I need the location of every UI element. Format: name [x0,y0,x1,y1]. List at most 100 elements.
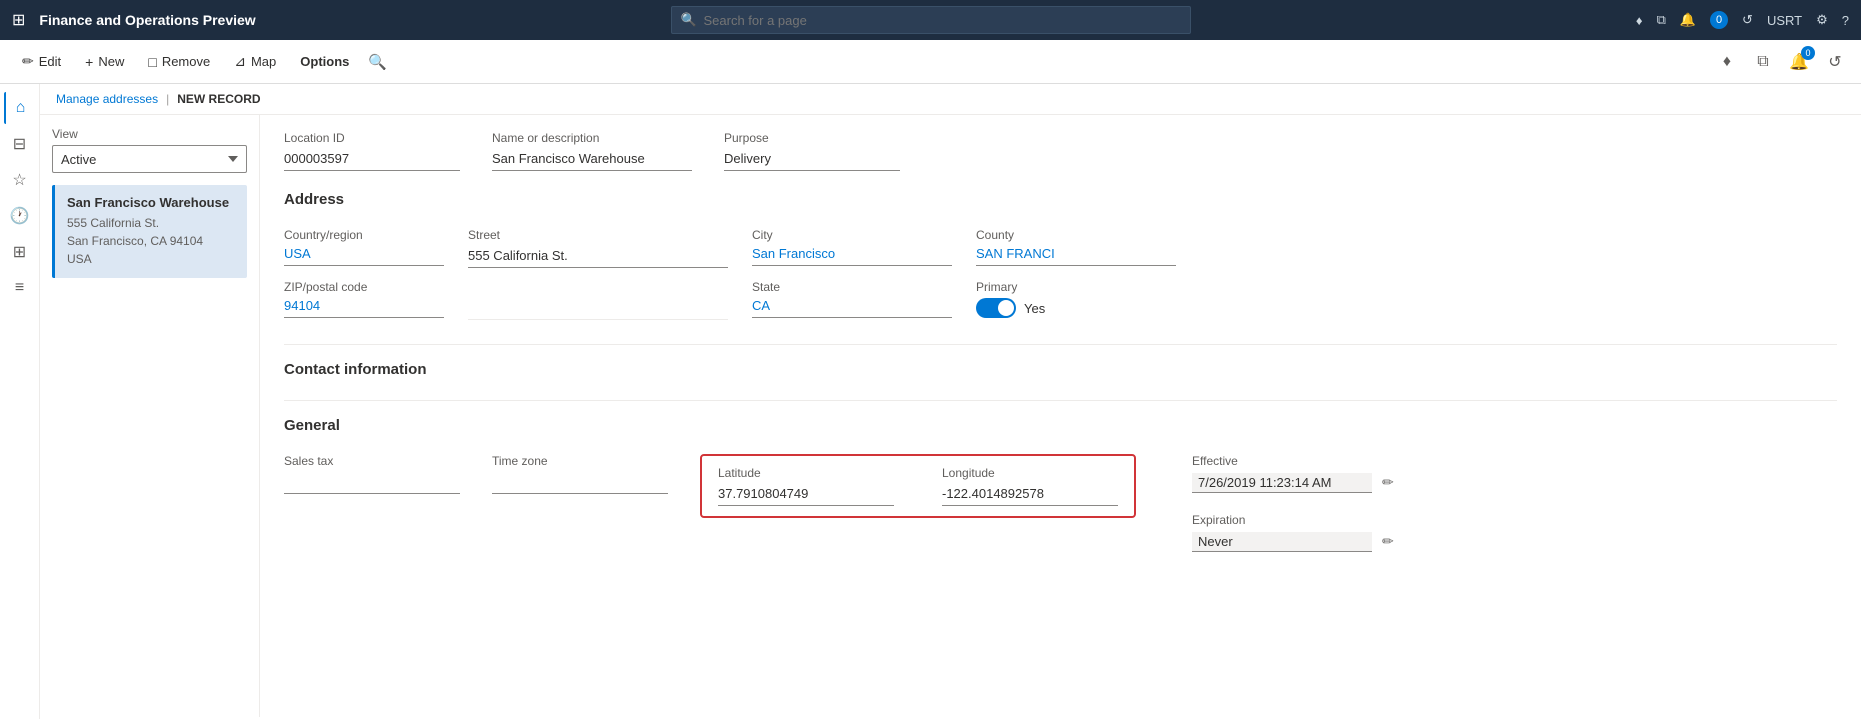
bell-icon[interactable]: 🔔 [1680,12,1696,27]
top-nav: ⊞ Finance and Operations Preview 🔍 ♦ ⧉ 🔔… [0,0,1861,40]
map-icon: ⊿ [234,53,246,70]
effective-label: Effective [1192,454,1396,468]
notifications-toolbar-icon[interactable]: 🔔 0 [1785,48,1813,76]
street-extra-group [468,280,728,320]
new-label: New [98,54,124,69]
expiration-input[interactable] [1192,532,1372,552]
primary-label: Primary [976,280,1176,294]
street-input[interactable] [468,246,728,268]
sales-tax-input[interactable] [284,472,460,494]
search-icon: 🔍 [681,12,697,28]
state-value[interactable]: CA [752,298,952,318]
edit-label: Edit [39,54,61,69]
edit-button[interactable]: ✏ Edit [12,48,71,75]
view-label: View [52,127,247,141]
map-button[interactable]: ⊿ Map [224,48,286,75]
sidebar-icon-favorites[interactable]: ☆ [4,164,36,196]
map-label: Map [251,54,276,69]
top-fields-row: Location ID Name or description Purpose [284,131,1837,171]
help-icon[interactable]: ? [1842,13,1849,28]
longitude-group: Longitude [942,466,1118,506]
general-section-title: General [284,417,1837,440]
view-select[interactable]: Active [52,145,247,173]
name-description-group: Name or description [492,131,692,171]
general-section: General Sales tax Time zone [284,400,1837,552]
record-card-line1: 555 California St. [67,214,235,232]
name-description-input[interactable] [492,149,692,171]
zip-value[interactable]: 94104 [284,298,444,318]
refresh-icon[interactable]: ↺ [1742,12,1753,28]
search-bar[interactable]: 🔍 [671,6,1191,34]
effective-edit-button[interactable]: ✏ [1380,472,1396,493]
options-button[interactable]: Options [290,49,359,74]
name-description-label: Name or description [492,131,692,145]
refresh-toolbar-icon[interactable]: ↺ [1821,48,1849,76]
general-fields-row: Sales tax Time zone Latitude [284,454,1837,552]
sidebar-icon-grid[interactable]: ⊞ [4,236,36,268]
notifications-wrap[interactable]: 🔔 [1680,12,1696,28]
street-label: Street [468,228,728,242]
sales-tax-label: Sales tax [284,454,460,468]
remove-button[interactable]: □ Remove [138,49,220,75]
settings-icon[interactable]: ⚙ [1816,12,1828,28]
county-value[interactable]: SAN FRANCI [976,246,1176,266]
breadcrumb-separator: | [166,92,169,106]
panel-icon[interactable]: ⧉ [1749,48,1777,76]
layers-icon[interactable]: ⧉ [1657,12,1666,28]
sidebar-icon-recent[interactable]: 🕐 [4,200,36,232]
longitude-input[interactable] [942,484,1118,506]
latitude-input[interactable] [718,484,894,506]
effective-row: ✏ [1192,472,1396,493]
app-title: Finance and Operations Preview [39,12,255,28]
country-group: Country/region USA [284,228,444,268]
record-card[interactable]: San Francisco Warehouse 555 California S… [52,185,247,278]
time-zone-label: Time zone [492,454,668,468]
effective-input[interactable] [1192,473,1372,493]
time-zone-input[interactable] [492,472,668,494]
geo-highlighted-box: Latitude Longitude [700,454,1136,518]
search-input[interactable] [671,6,1191,34]
new-button[interactable]: + New [75,49,134,75]
main-layout: ⌂ ⊟ ☆ 🕐 ⊞ ≡ Manage addresses | NEW RECOR… [0,84,1861,719]
toolbar-search-icon[interactable]: 🔍 [363,48,392,76]
street-group: Street [468,228,728,268]
country-label: Country/region [284,228,444,242]
inner-layout: View Active San Francisco Warehouse 555 … [40,115,1861,717]
bookmark-icon[interactable]: ♦ [1636,13,1643,28]
expiration-edit-button[interactable]: ✏ [1380,531,1396,552]
plus-icon: + [85,54,93,70]
breadcrumb-link[interactable]: Manage addresses [56,92,158,106]
purpose-input[interactable] [724,149,900,171]
primary-toggle[interactable] [976,298,1016,318]
sidebar-icon-home[interactable]: ⌂ [4,92,36,124]
purpose-group: Purpose [724,131,900,171]
user-label[interactable]: USRT [1767,13,1802,28]
city-label: City [752,228,952,242]
state-group: State CA [752,280,952,320]
bookmark-toolbar-icon[interactable]: ♦ [1713,48,1741,76]
sidebar-icon-filter[interactable]: ⊟ [4,128,36,160]
effective-group: Effective ✏ [1192,454,1396,493]
location-id-label: Location ID [284,131,460,145]
time-zone-group: Time zone [492,454,668,494]
record-card-name: San Francisco Warehouse [67,195,235,210]
city-value[interactable]: San Francisco [752,246,952,266]
right-form: Location ID Name or description Purpose … [260,115,1861,717]
location-id-input[interactable] [284,149,460,171]
purpose-label: Purpose [724,131,900,145]
zip-label: ZIP/postal code [284,280,444,294]
latitude-label: Latitude [718,466,894,480]
sidebar-icons: ⌂ ⊟ ☆ 🕐 ⊞ ≡ [0,84,40,719]
breadcrumb-current: NEW RECORD [177,92,260,106]
country-value[interactable]: USA [284,246,444,266]
county-group: County SAN FRANCI [976,228,1176,268]
grid-menu-icon[interactable]: ⊞ [12,10,25,30]
primary-group: Primary Yes [976,280,1176,320]
state-label: State [752,280,952,294]
sidebar-icon-list[interactable]: ≡ [4,272,36,304]
address-grid-row2: ZIP/postal code 94104 State CA Prima [284,280,1837,320]
location-id-group: Location ID [284,131,460,171]
expiration-group: Expiration ✏ [1192,513,1396,552]
record-card-line2: San Francisco, CA 94104 [67,232,235,250]
toggle-knob [998,300,1014,316]
